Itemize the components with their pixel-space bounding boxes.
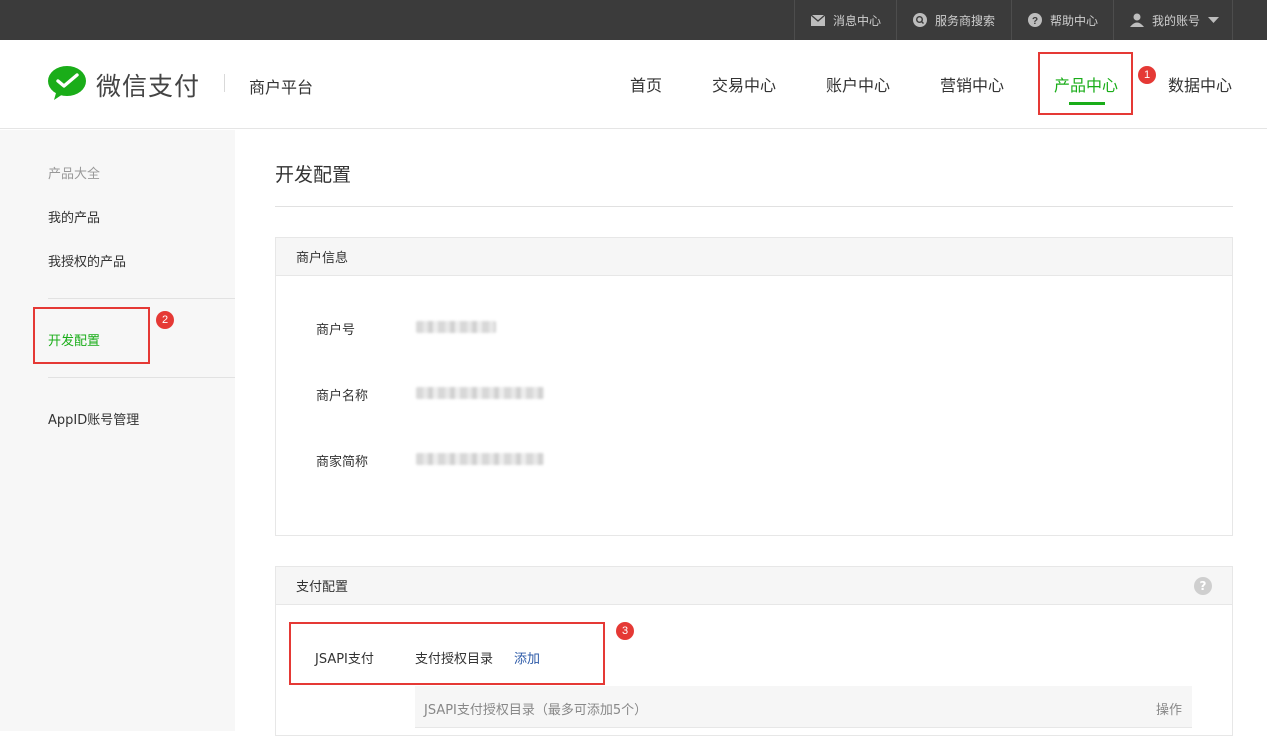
sidebar-divider [48, 298, 235, 299]
merchant-info-title: 商户信息 [296, 251, 349, 266]
user-icon [1130, 13, 1144, 27]
merchant-info-panel: 商户信息 商户号 商户名称 商家简称 [275, 237, 1233, 536]
top-utility-bar: 消息中心 服务商搜索 ? 帮助中心 我的账号 [0, 0, 1267, 40]
annotation-box-1 [1038, 52, 1133, 115]
merchant-name-value-redacted [416, 387, 544, 399]
payment-config-header: 支付配置 ? [276, 567, 1232, 605]
payment-config-title: 支付配置 [296, 580, 349, 595]
mail-icon [811, 13, 825, 27]
logo-text: 微信支付 [96, 72, 201, 101]
chevron-down-icon [1208, 13, 1220, 27]
nav-transaction-center[interactable]: 交易中心 [712, 72, 776, 96]
title-divider [275, 206, 1233, 207]
sidebar-item-authorized-products[interactable]: 我授权的产品 [48, 251, 126, 270]
annotation-box-3 [289, 622, 605, 685]
nav-home[interactable]: 首页 [630, 72, 662, 96]
sidebar-divider [48, 377, 235, 378]
service-provider-search-link[interactable]: 服务商搜索 [896, 0, 995, 40]
my-account-label: 我的账号 [1152, 13, 1201, 28]
wechat-pay-logo-icon [48, 66, 86, 104]
message-center-link[interactable]: 消息中心 [794, 0, 881, 40]
help-icon[interactable]: ? [1194, 577, 1212, 595]
help-center-link[interactable]: ? 帮助中心 [1011, 0, 1098, 40]
help-icon: ? [1028, 13, 1042, 27]
svg-text:?: ? [1032, 16, 1038, 27]
annotation-badge-2: 2 [156, 311, 174, 329]
sidebar-section-title: 产品大全 [48, 167, 101, 182]
search-icon [913, 13, 927, 27]
platform-name: 商户平台 [249, 78, 314, 97]
topbar-divider [1232, 0, 1233, 40]
sidebar: 产品大全 我的产品 我授权的产品 开发配置 AppID账号管理 [0, 130, 235, 731]
merchant-short-name-value-redacted [416, 453, 544, 465]
logo-divider [224, 74, 225, 92]
merchant-name-label: 商户名称 [316, 389, 369, 404]
merchant-id-label: 商户号 [316, 323, 356, 338]
nav-marketing-center[interactable]: 营销中心 [940, 72, 1004, 96]
service-provider-search-label: 服务商搜索 [935, 13, 996, 28]
annotation-badge-1: 1 [1138, 66, 1156, 84]
my-account-menu[interactable]: 我的账号 [1113, 0, 1220, 40]
nav-data-center[interactable]: 数据中心 [1168, 72, 1232, 96]
help-center-label: 帮助中心 [1050, 13, 1099, 28]
auth-dir-table-header: JSAPI支付授权目录（最多可添加5个） 操作 [415, 686, 1192, 728]
merchant-info-header: 商户信息 [276, 238, 1232, 276]
merchant-id-value-redacted [416, 321, 496, 333]
sidebar-item-my-products[interactable]: 我的产品 [48, 207, 100, 226]
nav-account-center[interactable]: 账户中心 [826, 72, 890, 96]
merchant-short-name-label: 商家简称 [316, 455, 369, 470]
operations-column-header: 操作 [1155, 703, 1182, 718]
message-center-label: 消息中心 [833, 13, 882, 28]
auth-dir-column-header: JSAPI支付授权目录（最多可添加5个） [424, 703, 648, 718]
annotation-box-2 [33, 307, 150, 364]
annotation-badge-3: 3 [616, 622, 634, 640]
wechat-pay-logo[interactable]: 微信支付 [48, 66, 200, 104]
sidebar-item-appid-management[interactable]: AppID账号管理 [48, 409, 139, 428]
page-title: 开发配置 [275, 164, 352, 186]
